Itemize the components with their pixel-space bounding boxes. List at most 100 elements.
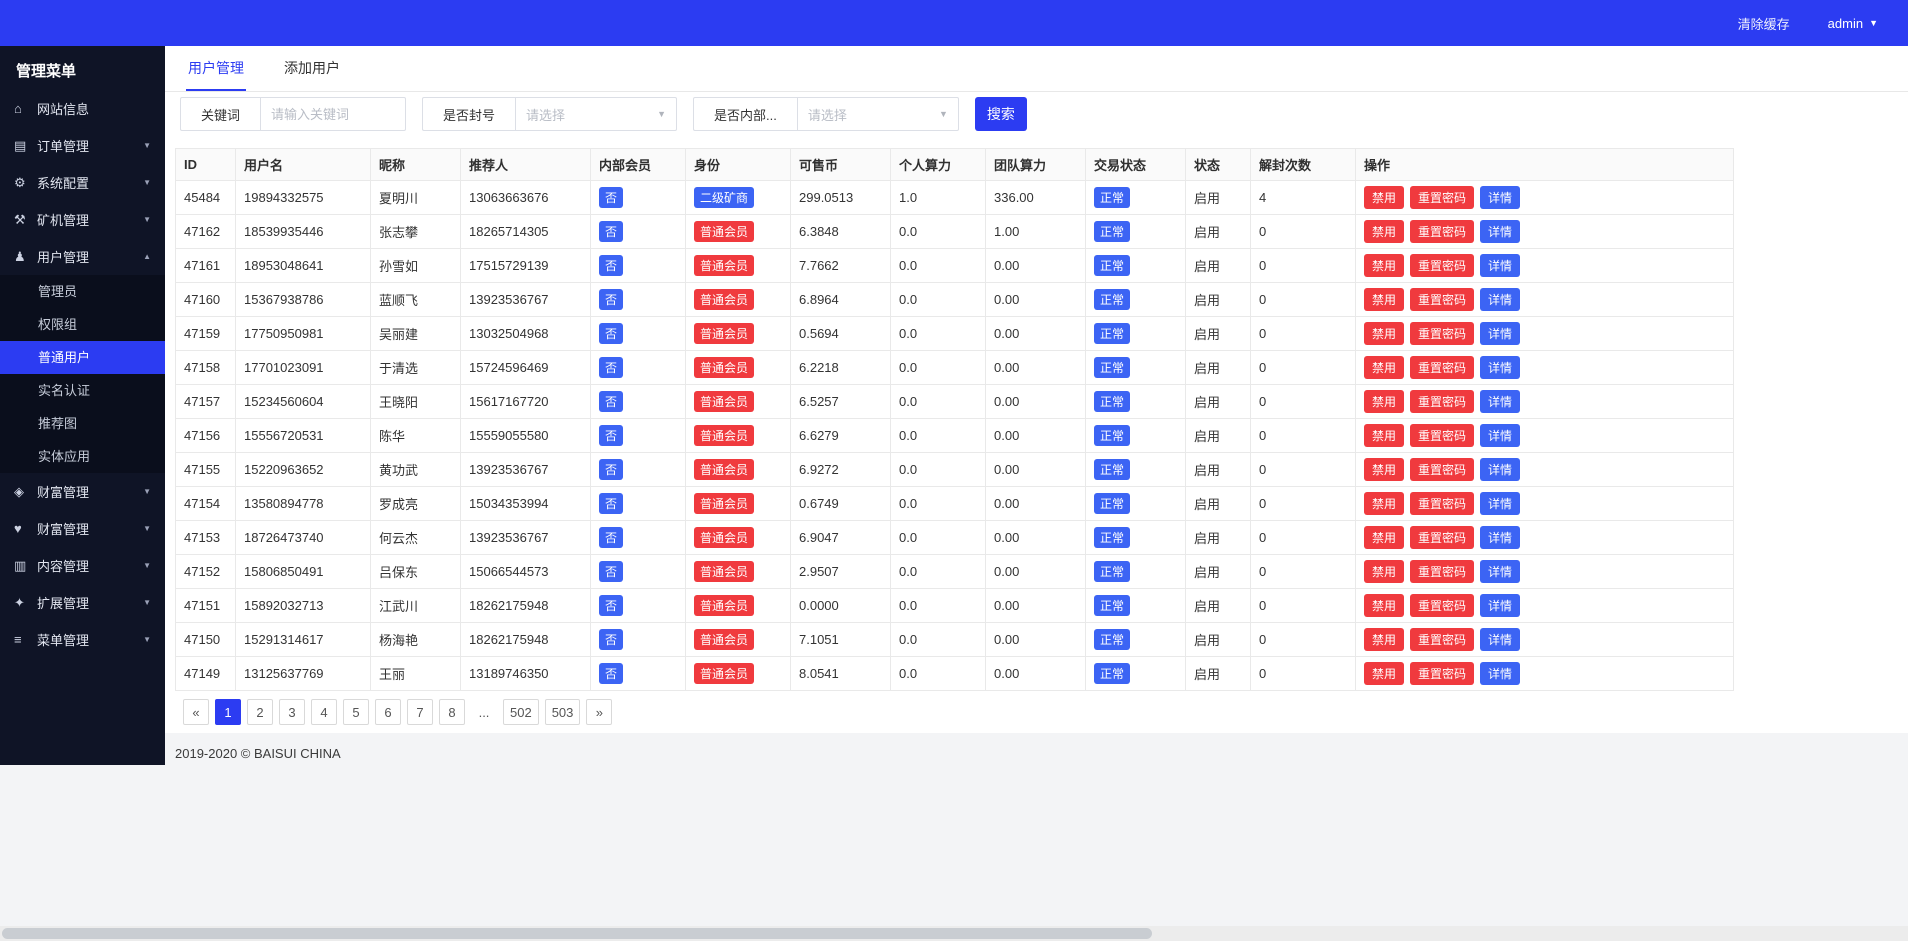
detail-button[interactable]: 详情 [1480,220,1520,243]
reset-password-button[interactable]: 重置密码 [1410,254,1474,277]
cell-username: 17701023091 [236,351,371,385]
cell-username: 13580894778 [236,487,371,521]
reset-password-button[interactable]: 重置密码 [1410,594,1474,617]
disable-button[interactable]: 禁用 [1364,628,1404,651]
reset-password-button[interactable]: 重置密码 [1410,662,1474,685]
disable-button[interactable]: 禁用 [1364,254,1404,277]
sidebar-item-wealth-management-1[interactable]: ◈财富管理▼ [0,473,165,510]
internal-badge: 否 [599,527,623,548]
detail-button[interactable]: 详情 [1480,662,1520,685]
cell-status: 启用 [1186,317,1251,351]
sidebar-subitem-regular-users[interactable]: 普通用户 [0,341,165,374]
detail-button[interactable]: 详情 [1480,492,1520,515]
page-5[interactable]: 5 [343,699,369,725]
disable-button[interactable]: 禁用 [1364,390,1404,413]
page-6[interactable]: 6 [375,699,401,725]
detail-button[interactable]: 详情 [1480,560,1520,583]
page-1[interactable]: 1 [215,699,241,725]
internal-select[interactable]: 请选择 ▼ [797,97,959,131]
cell-status: 启用 [1186,623,1251,657]
disable-button[interactable]: 禁用 [1364,526,1404,549]
sidebar-subitem-real-name-auth[interactable]: 实名认证 [0,374,165,407]
disable-button[interactable]: 禁用 [1364,458,1404,481]
reset-password-button[interactable]: 重置密码 [1410,356,1474,379]
reset-password-button[interactable]: 重置密码 [1410,322,1474,345]
reset-password-button[interactable]: 重置密码 [1410,288,1474,311]
disable-button[interactable]: 禁用 [1364,560,1404,583]
search-button[interactable]: 搜索 [975,97,1027,131]
reset-password-button[interactable]: 重置密码 [1410,560,1474,583]
reset-password-button[interactable]: 重置密码 [1410,186,1474,209]
scrollbar-thumb[interactable] [2,928,1152,939]
reset-password-button[interactable]: 重置密码 [1410,628,1474,651]
page-7[interactable]: 7 [407,699,433,725]
tab-user-management[interactable]: 用户管理 [186,46,246,91]
sidebar-item-system-config[interactable]: ⚙系统配置▼ [0,164,165,201]
reset-password-button[interactable]: 重置密码 [1410,220,1474,243]
page-502[interactable]: 502 [503,699,539,725]
cell-nickname: 黄功武 [371,453,461,487]
column-header: 身份 [686,149,791,181]
sidebar-item-website-info[interactable]: ⌂网站信息 [0,90,165,127]
sidebar-subitem-entity-app[interactable]: 实体应用 [0,440,165,473]
reset-password-button[interactable]: 重置密码 [1410,526,1474,549]
sidebar-subitem-permission-groups[interactable]: 权限组 [0,308,165,341]
next-page[interactable]: » [586,699,612,725]
disable-button[interactable]: 禁用 [1364,594,1404,617]
clear-cache-link[interactable]: 清除缓存 [1738,14,1790,33]
chevron-down-icon: ▼ [143,635,151,644]
detail-button[interactable]: 详情 [1480,390,1520,413]
page-8[interactable]: 8 [439,699,465,725]
sidebar-item-menu-management[interactable]: ≡菜单管理▼ [0,621,165,658]
tab-add-user[interactable]: 添加用户 [282,46,342,91]
disable-button[interactable]: 禁用 [1364,288,1404,311]
sidebar-item-order-management[interactable]: ▤订单管理▼ [0,127,165,164]
reset-password-button[interactable]: 重置密码 [1410,424,1474,447]
disable-button[interactable]: 禁用 [1364,424,1404,447]
sidebar-subitem-referral-image[interactable]: 推荐图 [0,407,165,440]
cell-coins: 6.2218 [791,351,891,385]
sidebar-item-wealth-management-2[interactable]: ♥财富管理▼ [0,510,165,547]
detail-button[interactable]: 详情 [1480,288,1520,311]
page-503[interactable]: 503 [545,699,581,725]
horizontal-scrollbar[interactable] [0,926,1908,941]
disable-button[interactable]: 禁用 [1364,220,1404,243]
page-3[interactable]: 3 [279,699,305,725]
sidebar-item-extension-management[interactable]: ✦扩展管理▼ [0,584,165,621]
disable-button[interactable]: 禁用 [1364,356,1404,379]
sidebar-item-content-management[interactable]: ▥内容管理▼ [0,547,165,584]
ban-select[interactable]: 请选择 ▼ [515,97,677,131]
disable-button[interactable]: 禁用 [1364,322,1404,345]
detail-button[interactable]: 详情 [1480,526,1520,549]
detail-button[interactable]: 详情 [1480,356,1520,379]
detail-button[interactable]: 详情 [1480,254,1520,277]
cell-team-power: 0.00 [986,283,1086,317]
sidebar-subitem-admins[interactable]: 管理员 [0,275,165,308]
table-row: 4715413580894778罗成亮15034353994否普通会员0.674… [176,487,1734,521]
trade-status-badge: 正常 [1094,663,1130,684]
reset-password-button[interactable]: 重置密码 [1410,458,1474,481]
disable-button[interactable]: 禁用 [1364,662,1404,685]
detail-button[interactable]: 详情 [1480,458,1520,481]
cell-unban-count: 0 [1251,657,1356,691]
disable-button[interactable]: 禁用 [1364,186,1404,209]
detail-button[interactable]: 详情 [1480,594,1520,617]
wrench-icon: ✦ [14,595,34,611]
disable-button[interactable]: 禁用 [1364,492,1404,515]
cell-internal: 否 [591,589,686,623]
detail-button[interactable]: 详情 [1480,628,1520,651]
cell-coins: 6.9272 [791,453,891,487]
page-4[interactable]: 4 [311,699,337,725]
detail-button[interactable]: 详情 [1480,424,1520,447]
keyword-input[interactable] [260,97,406,131]
page-2[interactable]: 2 [247,699,273,725]
detail-button[interactable]: 详情 [1480,186,1520,209]
user-table-body: 4548419894332575夏明川13063663676否二级矿商299.0… [176,181,1734,691]
reset-password-button[interactable]: 重置密码 [1410,492,1474,515]
prev-page[interactable]: « [183,699,209,725]
detail-button[interactable]: 详情 [1480,322,1520,345]
sidebar-item-miner-management[interactable]: ⚒矿机管理▼ [0,201,165,238]
sidebar-item-user-management[interactable]: ♟用户管理▲ [0,238,165,275]
user-menu[interactable]: admin ▼ [1828,16,1878,31]
reset-password-button[interactable]: 重置密码 [1410,390,1474,413]
